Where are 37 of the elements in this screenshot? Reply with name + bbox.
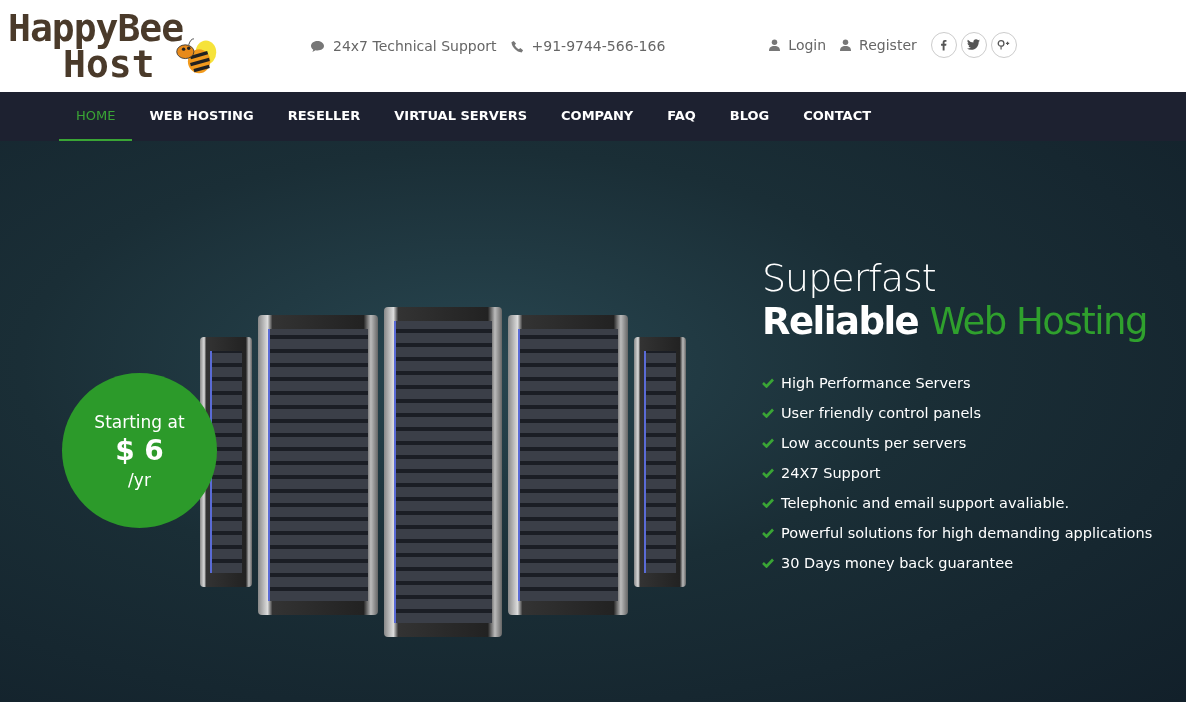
feature-text: 24X7 Support: [781, 465, 881, 481]
user-icon: [840, 38, 852, 51]
account-link[interactable]: Login: [769, 36, 827, 53]
check-icon: [762, 378, 774, 388]
chat-bubble-icon: [310, 39, 325, 53]
nav-tab[interactable]: RESELLER: [270, 92, 378, 141]
feature-text: Low accounts per servers: [781, 435, 967, 451]
check-icon: [762, 468, 774, 478]
support-text: 24x7 Technical Support: [333, 38, 497, 54]
nav-tab[interactable]: COMPANY: [544, 92, 651, 141]
nav-tab[interactable]: WEB HOSTING: [132, 92, 271, 141]
hero-heading: Reliable Web Hosting: [762, 300, 1148, 344]
price-amount: $ 6: [115, 432, 164, 469]
check-icon: [762, 498, 774, 508]
check-icon: [762, 438, 774, 448]
phone-icon: [510, 39, 524, 53]
facebook-icon: [940, 38, 948, 51]
nav-tab[interactable]: CONTACT: [786, 92, 889, 141]
feature-text: Powerful solutions for high demanding applications: [781, 525, 1153, 541]
nav-tab[interactable]: VIRTUAL SERVERS: [377, 92, 545, 141]
feature-text: Telephonic and email support avaliable.: [781, 495, 1070, 511]
twitter-bird-icon: [967, 39, 981, 50]
feature-text: User friendly control panels: [781, 405, 981, 421]
phone-number: +91-9744-566-166: [531, 38, 666, 54]
nav-tab[interactable]: BLOG: [712, 92, 787, 141]
hero-heading: Superfast: [762, 256, 937, 300]
price-label: Starting at: [94, 411, 185, 432]
google-plus-icon: [997, 38, 1011, 51]
feature-text: High Performance Servers: [781, 375, 971, 391]
nav-tab[interactable]: FAQ: [650, 92, 713, 141]
check-icon: [762, 528, 774, 538]
user-icon: [769, 38, 781, 51]
account-link[interactable]: Register: [840, 36, 917, 53]
price-period: /yr: [128, 469, 151, 490]
feature-text: 30 Days money back guarantee: [781, 555, 1014, 571]
check-icon: [762, 558, 774, 568]
check-icon: [762, 408, 774, 418]
